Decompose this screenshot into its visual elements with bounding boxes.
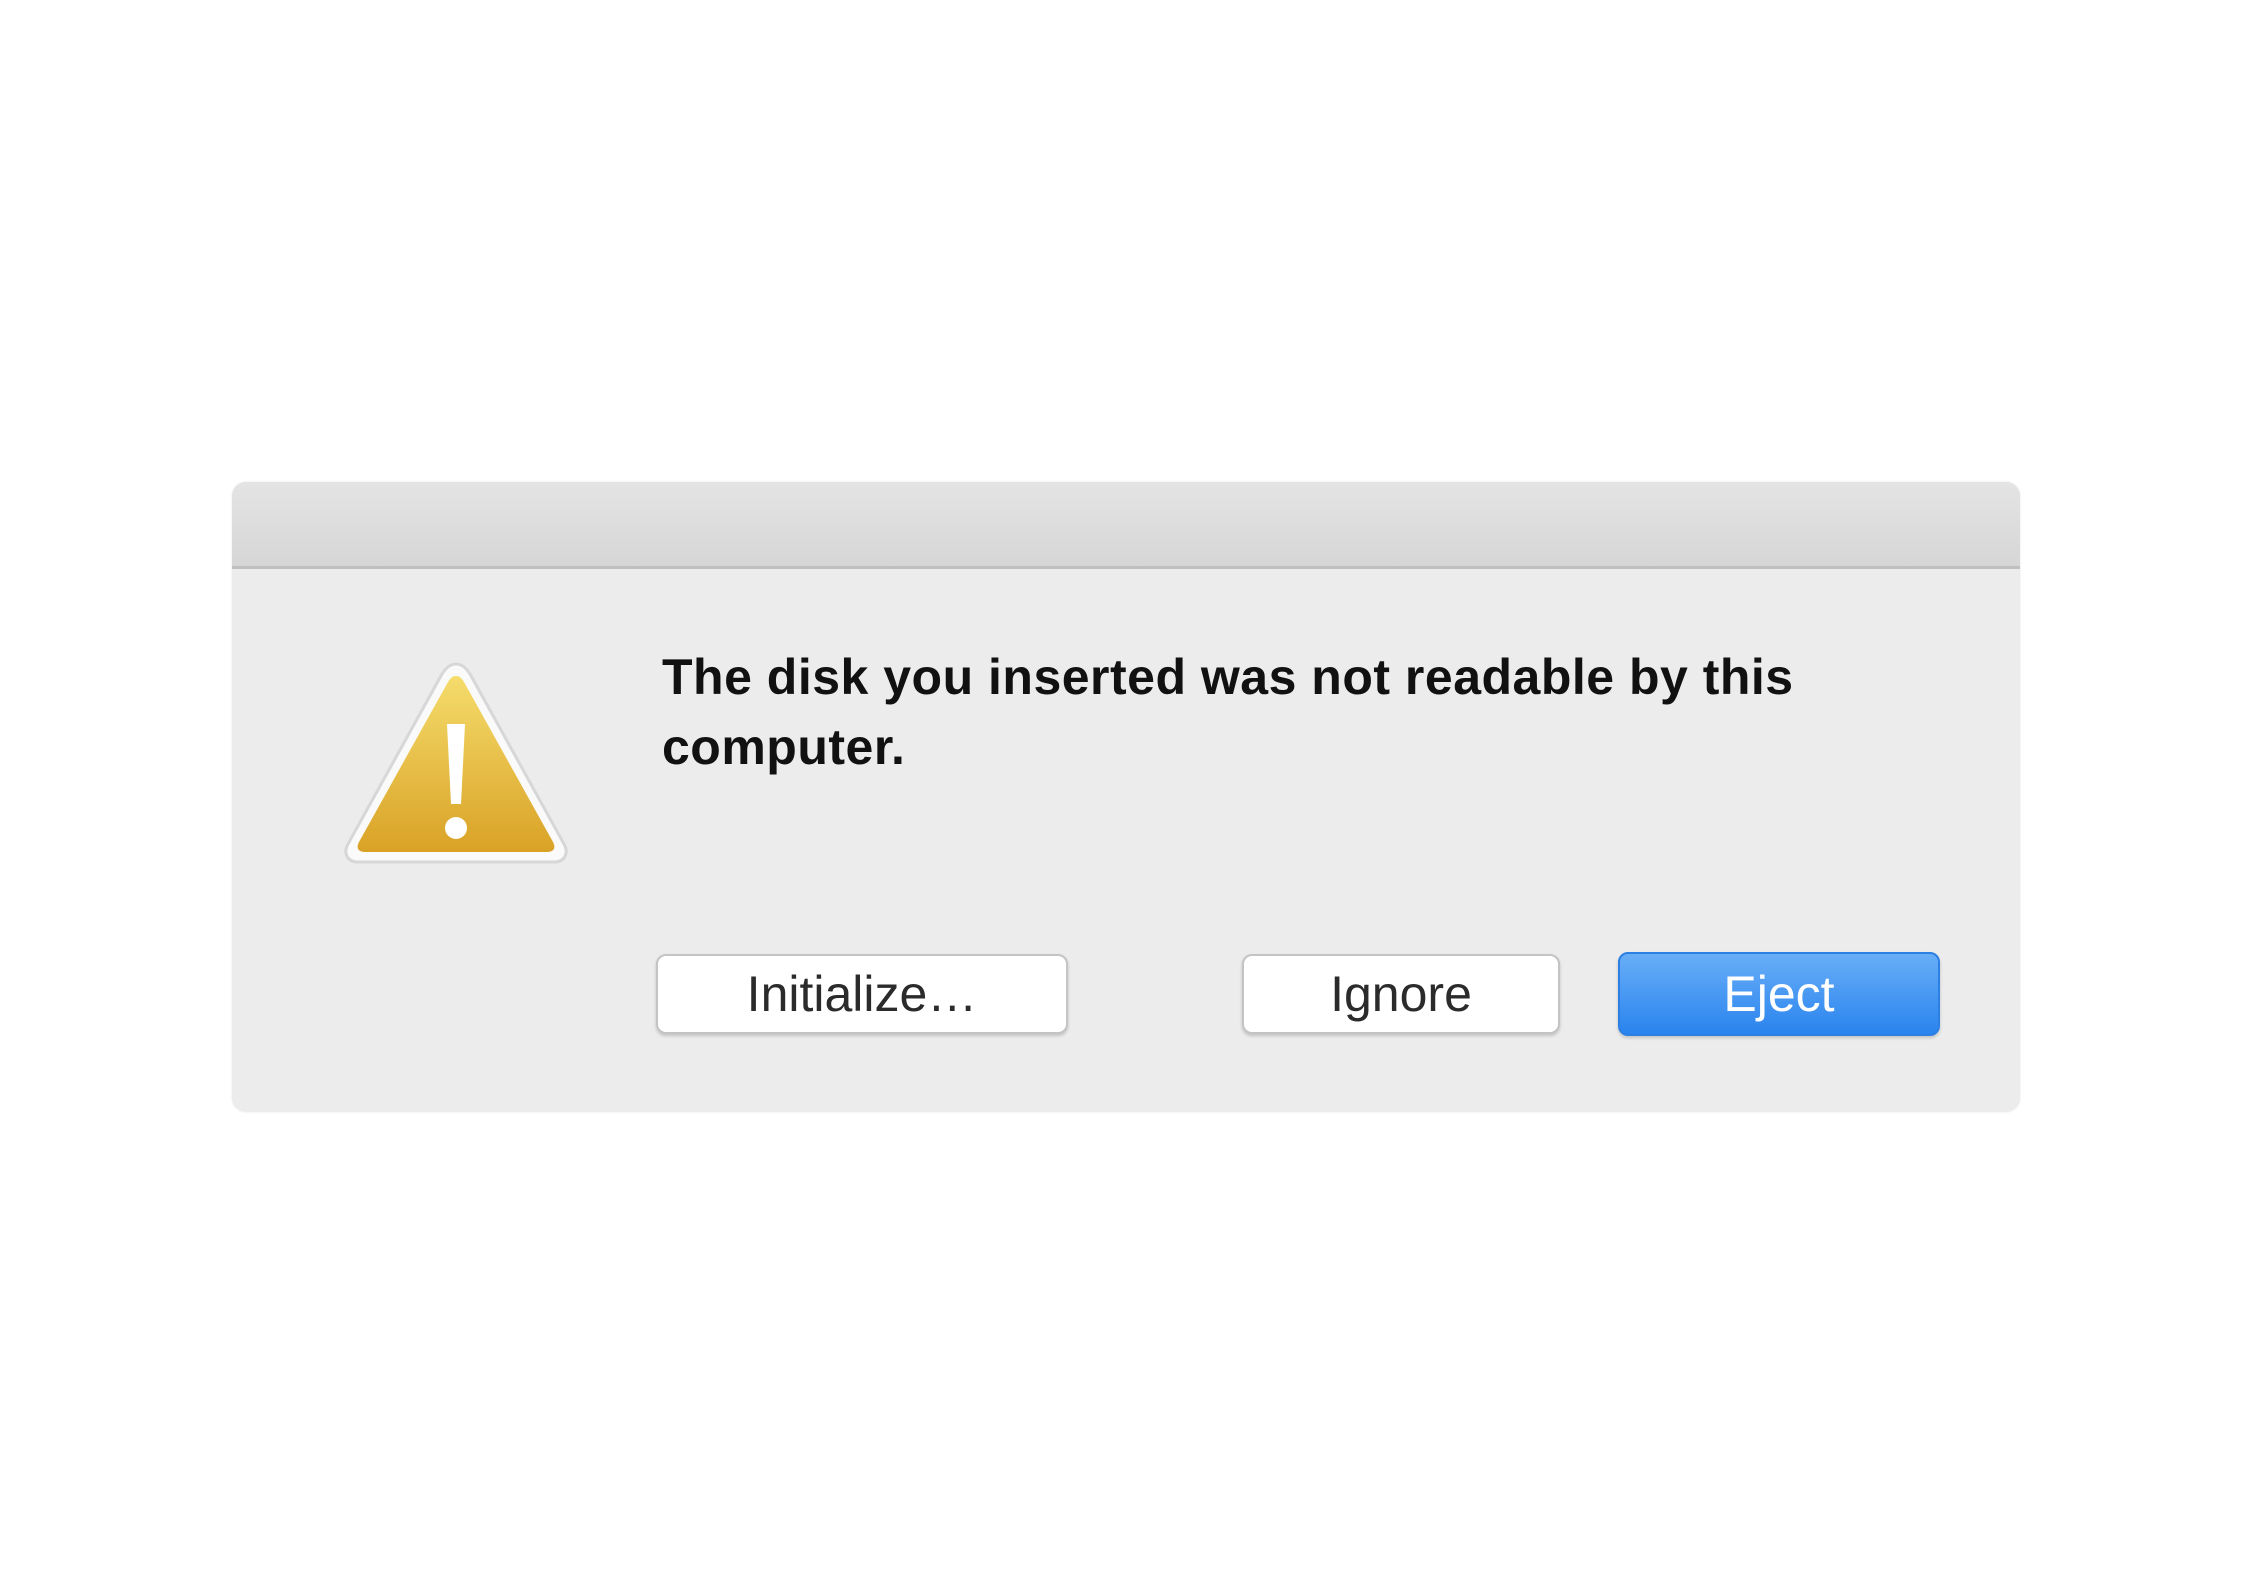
eject-button[interactable]: Eject xyxy=(1618,952,1940,1036)
ignore-button[interactable]: Ignore xyxy=(1242,954,1560,1034)
warning-triangle-icon xyxy=(336,654,576,874)
alert-message: The disk you inserted was not readable b… xyxy=(662,649,1794,775)
initialize-button[interactable]: Initialize… xyxy=(656,954,1068,1034)
dialog-titlebar[interactable] xyxy=(232,482,2020,569)
disk-alert-dialog: The disk you inserted was not readable b… xyxy=(232,482,2020,1112)
